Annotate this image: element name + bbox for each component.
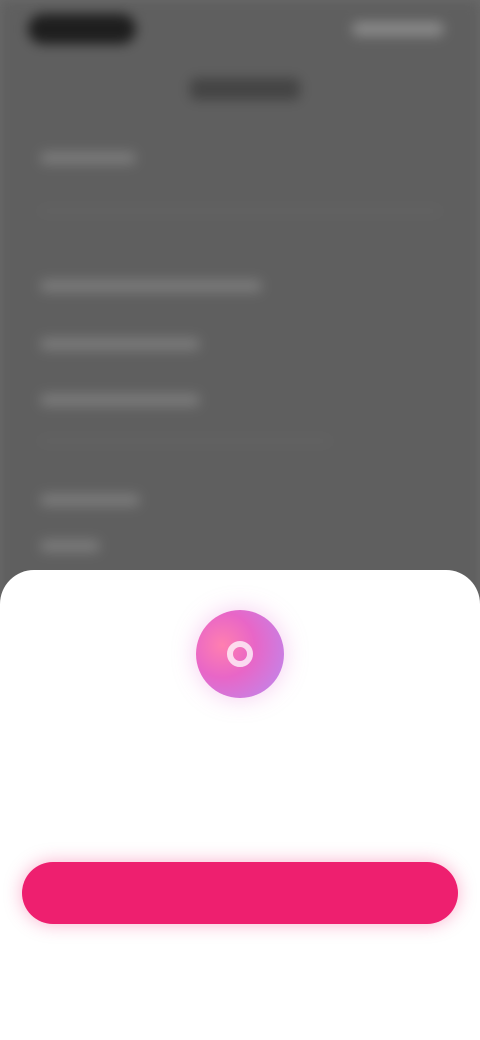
background-divider (40, 210, 440, 212)
primary-action-button[interactable] (22, 862, 458, 924)
background-divider (40, 440, 330, 442)
status-bar (0, 0, 480, 60)
screen (0, 0, 480, 1040)
background-text-line (40, 280, 262, 292)
background-page-title (190, 78, 300, 100)
app-logo-icon (196, 610, 284, 698)
background-text-line (40, 540, 100, 552)
bottom-sheet (0, 570, 480, 1040)
status-icons (352, 22, 444, 36)
background-text-line (40, 394, 200, 406)
status-time (28, 14, 136, 44)
background-text-line (40, 338, 200, 350)
background-app-dimmed (0, 0, 480, 620)
background-text-line (40, 494, 140, 506)
app-logo-glyph (196, 610, 284, 698)
background-text-line (40, 152, 136, 164)
